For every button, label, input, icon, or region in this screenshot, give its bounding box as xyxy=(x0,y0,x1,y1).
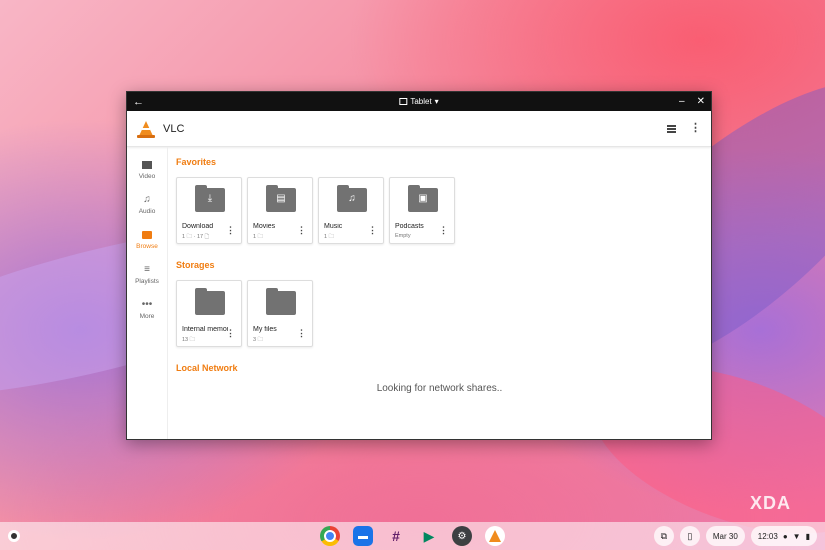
video-icon xyxy=(142,159,152,171)
settings-gear-icon[interactable]: ⚙ xyxy=(452,526,472,546)
card-overflow-icon[interactable]: ⋮ xyxy=(297,329,306,338)
chrome-icon[interactable] xyxy=(320,526,340,546)
nav-item-more[interactable]: ••• More xyxy=(127,299,167,320)
files-app-icon[interactable]: ▬ xyxy=(353,526,373,546)
section-title-storages: Storages xyxy=(176,260,215,270)
download-folder-icon: ⤓ xyxy=(195,185,225,212)
xda-watermark: XDA xyxy=(749,493,791,513)
nav-label: Browse xyxy=(136,243,158,250)
playlist-icon: ≡ xyxy=(144,264,150,275)
vlc-window: ← Tablet ▾ – ✕ VLC ⋮ Video ♫ Audio Brows… xyxy=(126,91,712,440)
app-title: VLC xyxy=(163,122,185,135)
nav-item-playlists[interactable]: ≡ Playlists xyxy=(127,264,167,285)
card-name: Download xyxy=(182,223,214,230)
favorite-card-download[interactable]: ⤓ Download 1 🗀 · 17 🗋 ⋮ xyxy=(176,177,242,244)
back-arrow-icon[interactable]: ← xyxy=(133,96,147,108)
close-icon[interactable]: ✕ xyxy=(697,96,705,107)
card-overflow-icon[interactable]: ⋮ xyxy=(368,226,377,235)
card-name: Music xyxy=(324,223,343,230)
vlc-cone-icon xyxy=(137,120,155,138)
favorite-card-music[interactable]: ♫ Music 1 🗀 ⋮ xyxy=(318,177,384,244)
card-meta: 3 🗀 xyxy=(253,337,264,343)
nav-label: More xyxy=(139,313,155,320)
launcher-icon[interactable] xyxy=(8,530,20,542)
folder-icon xyxy=(195,288,225,315)
window-mode-selector[interactable]: Tablet ▾ xyxy=(399,97,439,106)
card-meta: 1 🗀 xyxy=(324,234,335,240)
card-name: My files xyxy=(253,326,277,333)
card-meta: Empty xyxy=(395,233,411,239)
window-titlebar: ← Tablet ▾ – ✕ xyxy=(127,92,711,111)
slack-icon[interactable]: # xyxy=(386,526,406,546)
storage-card-internal[interactable]: Internal memory 13 🗀 ⋮ xyxy=(176,280,242,347)
system-shelf: ▬ # ▶ ⚙ ⧉ ▯ Mar 30 12:03 ● ▼ ▮ xyxy=(0,522,825,550)
status-tray: ⧉ ▯ Mar 30 12:03 ● ▼ ▮ xyxy=(653,526,817,546)
network-status-text: Looking for network shares.. xyxy=(376,383,503,394)
folder-icon xyxy=(142,229,152,241)
notification-icon: ● xyxy=(782,531,788,541)
card-name: Movies xyxy=(253,223,276,230)
quick-settings[interactable]: 12:03 ● ▼ ▮ xyxy=(750,526,817,546)
more-horiz-icon: ••• xyxy=(141,299,153,310)
card-name: Internal memory xyxy=(182,326,228,333)
card-overflow-icon[interactable]: ⋮ xyxy=(297,226,306,235)
favorites-grid: ⤓ Download 1 🗀 · 17 🗋 ⋮ ▤ Movies 1 🗀 ⋮ ♫… xyxy=(176,177,703,244)
time-text: 12:03 xyxy=(757,531,778,541)
nav-item-video[interactable]: Video xyxy=(127,159,167,180)
nav-label: Audio xyxy=(138,208,156,215)
date-display[interactable]: Mar 30 xyxy=(705,526,745,546)
storages-grid: Internal memory 13 🗀 ⋮ My files 3 🗀 ⋮ xyxy=(176,280,703,347)
favorite-card-podcasts[interactable]: ▣ Podcasts Empty ⋮ xyxy=(389,177,455,244)
browse-content: Favorites ⤓ Download 1 🗀 · 17 🗋 ⋮ ▤ Movi… xyxy=(168,147,711,439)
caret-down-icon: ▾ xyxy=(434,97,439,106)
nav-item-browse[interactable]: Browse xyxy=(127,229,167,250)
pinned-apps: ▬ # ▶ ⚙ xyxy=(320,526,505,546)
section-title-local-network: Local Network xyxy=(176,363,238,373)
nav-label: Video xyxy=(138,173,156,180)
folder-icon xyxy=(266,288,296,315)
minimize-icon[interactable]: – xyxy=(679,96,685,107)
screen-capture-icon[interactable]: ⧉ xyxy=(653,526,674,546)
tablet-icon xyxy=(399,98,408,105)
card-overflow-icon[interactable]: ⋮ xyxy=(226,226,235,235)
phone-hub-icon[interactable]: ▯ xyxy=(679,526,700,546)
nav-label: Playlists xyxy=(135,278,159,285)
card-overflow-icon[interactable]: ⋮ xyxy=(226,329,235,338)
music-note-icon: ♫ xyxy=(143,194,151,205)
vlc-app-icon[interactable] xyxy=(485,526,505,546)
wifi-icon: ▼ xyxy=(792,531,801,541)
overflow-menu-icon[interactable]: ⋮ xyxy=(690,123,701,134)
storage-card-my-files[interactable]: My files 3 🗀 ⋮ xyxy=(247,280,313,347)
card-meta: 1 🗀 xyxy=(253,234,264,240)
card-meta: 13 🗀 xyxy=(182,337,196,343)
card-meta: 1 🗀 · 17 🗋 xyxy=(182,234,210,240)
window-mode-label: Tablet xyxy=(410,97,432,106)
play-store-icon[interactable]: ▶ xyxy=(419,526,439,546)
date-text: Mar 30 xyxy=(712,531,738,541)
nav-sidebar: Video ♫ Audio Browse ≡ Playlists ••• Mor… xyxy=(127,147,168,439)
nav-item-audio[interactable]: ♫ Audio xyxy=(127,194,167,215)
music-folder-icon: ♫ xyxy=(337,185,367,212)
battery-icon: ▮ xyxy=(805,531,810,541)
favorite-card-movies[interactable]: ▤ Movies 1 🗀 ⋮ xyxy=(247,177,313,244)
app-bar: VLC ⋮ xyxy=(127,111,711,147)
card-name: Podcasts xyxy=(395,223,424,230)
podcasts-folder-icon: ▣ xyxy=(408,185,438,212)
movies-folder-icon: ▤ xyxy=(266,185,296,212)
card-overflow-icon[interactable]: ⋮ xyxy=(439,226,448,235)
section-title-favorites: Favorites xyxy=(176,157,217,167)
list-view-icon[interactable] xyxy=(667,124,676,133)
